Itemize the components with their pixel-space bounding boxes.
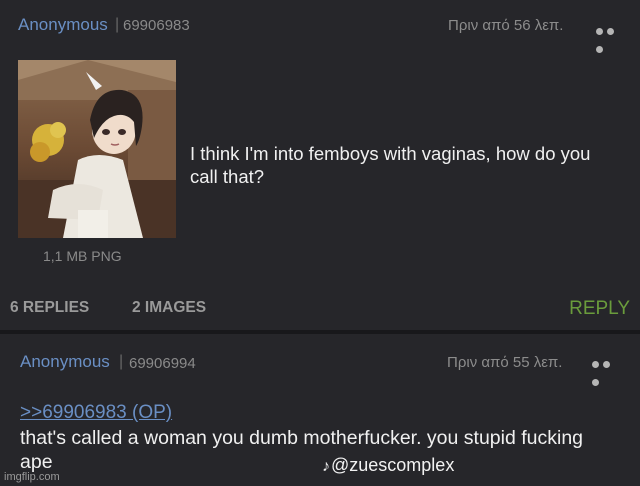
reply-body: that's called a woman you dumb motherfuc… [20,427,584,473]
post-id[interactable]: 69906983 [123,17,190,34]
reply-poster-name[interactable]: Anonymous [20,352,110,372]
name-separator: | [115,16,120,33]
post-op: Anonymous | 69906983 Πριν από 56 λεπ. 1,… [0,0,640,330]
tiktok-handle: @zuescomplex [331,455,455,475]
file-size: 1,1 MB PNG [43,248,122,264]
reply-more-options-icon[interactable] [592,355,624,386]
tiktok-icon: ♪ [322,458,330,475]
replies-count[interactable]: 6 REPLIES [10,299,89,317]
reply-post-id[interactable]: 69906994 [129,355,196,372]
post-image[interactable] [18,60,176,238]
post-time: Πριν από 56 λεπ. [448,17,564,34]
poster-name[interactable]: Anonymous [18,15,108,35]
reply-button[interactable]: REPLY [569,298,630,320]
imgflip-watermark: imgflip.com [4,471,60,483]
quote-link[interactable]: >>69906983 (OP) [20,402,172,424]
post-body: I think I'm into femboys with vaginas, h… [190,143,591,187]
images-count[interactable]: 2 IMAGES [132,299,206,317]
more-options-icon[interactable] [596,22,628,53]
tiktok-watermark: ♪@zuescomplex [322,455,454,476]
reply-name-separator: | [119,353,124,370]
reply-post-time: Πριν από 55 λεπ. [447,354,563,371]
